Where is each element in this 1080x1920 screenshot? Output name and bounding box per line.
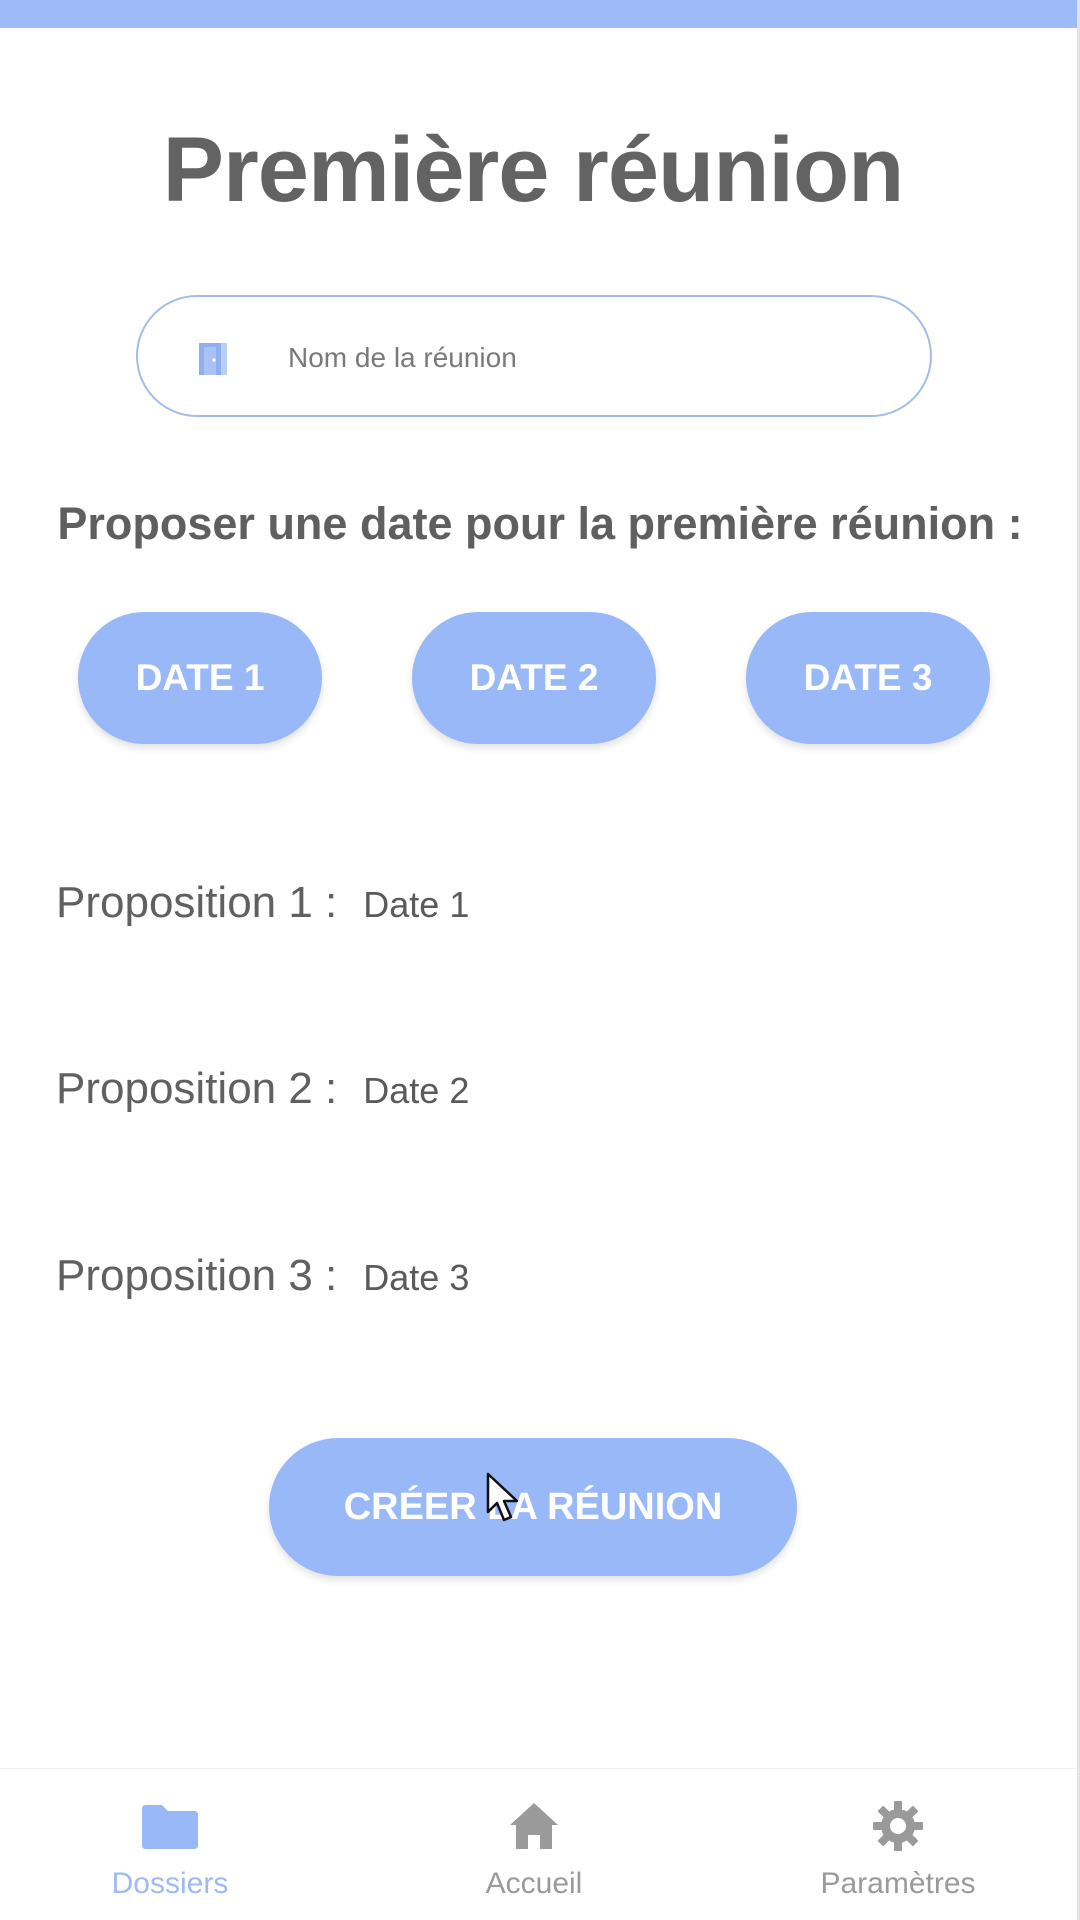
door-icon xyxy=(199,343,227,375)
date-1-button[interactable]: DATE 1 xyxy=(78,612,322,744)
create-meeting-button[interactable]: CRÉER LA RÉUNION xyxy=(269,1438,797,1576)
bottom-navigation: Dossiers Accueil Paramètres xyxy=(0,1768,1080,1920)
mouse-cursor-icon xyxy=(486,1472,519,1522)
proposition-value: Date 1 xyxy=(363,884,470,925)
page-title: Première réunion xyxy=(162,119,905,221)
proposition-label: Proposition 1 : xyxy=(56,878,338,927)
date-3-button[interactable]: DATE 3 xyxy=(746,612,990,744)
proposition-label: Proposition 2 : xyxy=(56,1064,338,1113)
folder-icon xyxy=(142,1805,198,1849)
nav-label-accueil: Accueil xyxy=(485,1867,583,1900)
status-bar xyxy=(0,0,1080,28)
nav-item-accueil[interactable]: Accueil xyxy=(384,1769,684,1920)
nav-item-dossiers[interactable]: Dossiers xyxy=(20,1769,320,1920)
proposition-row-2: Proposition 2 : Date 2 xyxy=(56,1064,469,1124)
home-icon xyxy=(510,1803,558,1849)
nav-item-parametres[interactable]: Paramètres xyxy=(748,1769,1048,1920)
proposition-value: Date 2 xyxy=(363,1070,470,1111)
proposition-row-3: Proposition 3 : Date 3 xyxy=(56,1251,469,1311)
meeting-name-input[interactable] xyxy=(288,333,868,383)
meeting-name-field[interactable] xyxy=(136,295,932,417)
propose-date-label: Proposer une date pour la première réuni… xyxy=(57,498,1023,549)
proposition-label: Proposition 3 : xyxy=(56,1251,338,1300)
proposition-value: Date 3 xyxy=(363,1257,470,1298)
nav-label-parametres: Paramètres xyxy=(820,1867,976,1900)
date-2-button[interactable]: DATE 2 xyxy=(412,612,656,744)
proposition-row-1: Proposition 1 : Date 1 xyxy=(56,878,469,938)
nav-label-dossiers: Dossiers xyxy=(111,1867,229,1900)
gear-icon xyxy=(873,1801,923,1851)
screen: Première réunion Proposer une date pour … xyxy=(0,0,1080,1920)
